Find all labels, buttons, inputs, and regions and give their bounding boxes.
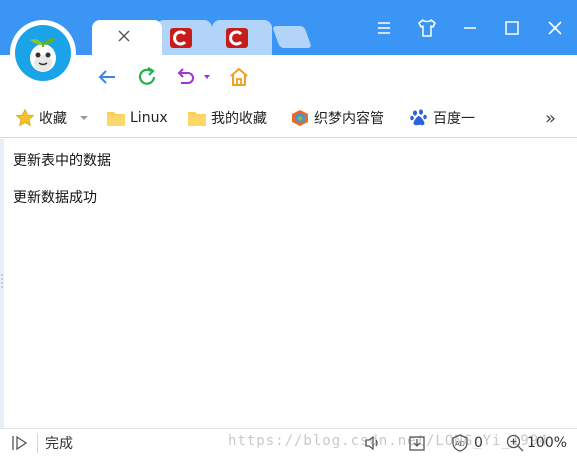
bookmark-dedecms[interactable]: 织梦内容管 [290, 107, 384, 129]
c-site-icon [170, 28, 192, 48]
divider [37, 433, 38, 453]
back-arrow-icon[interactable] [95, 65, 119, 89]
browser-mascot-icon [15, 25, 71, 81]
bookmarks-bar: 收藏 Linux 我的收藏 织梦内容管 百度一 » [0, 98, 577, 138]
bookmark-linux[interactable]: Linux [106, 107, 168, 129]
tab-2[interactable] [156, 20, 212, 55]
home-icon[interactable] [227, 65, 251, 89]
c-site-icon [226, 28, 248, 48]
favorites-menu[interactable]: 收藏 [15, 107, 93, 129]
maximize-icon[interactable] [500, 16, 524, 40]
dedecms-icon [292, 110, 308, 126]
ad-block-icon[interactable]: AD [450, 433, 470, 453]
title-bar [0, 0, 577, 55]
status-bar: 完成 https://blog.csdn.net/LONG_Yi_1994 AD… [0, 428, 577, 456]
bookmark-label: 百度一 [433, 111, 475, 127]
zoom-control[interactable]: 100% [505, 433, 567, 453]
bookmark-label: 织梦内容管 [314, 111, 384, 127]
sidebar-toggle-icon[interactable] [10, 433, 30, 453]
tab-active[interactable] [92, 20, 162, 55]
double-chevron-right-icon: » [545, 107, 557, 129]
bookmark-my-favorites[interactable]: 我的收藏 [187, 107, 267, 129]
content-line: 更新数据成功 [13, 190, 97, 206]
baidu-paw-icon [410, 109, 427, 126]
bookmark-label: 我的收藏 [211, 111, 267, 127]
bookmark-label: Linux [130, 110, 168, 126]
minimize-icon[interactable] [458, 16, 482, 40]
refresh-icon[interactable] [135, 65, 159, 89]
status-text: 完成 [45, 436, 73, 452]
zoom-level: 100% [527, 435, 568, 451]
ad-block-count: 0 [474, 435, 483, 451]
zoom-in-icon [506, 434, 524, 452]
browser-logo[interactable] [10, 20, 76, 86]
new-tab-button[interactable] [271, 26, 313, 48]
skin-icon[interactable] [415, 16, 439, 40]
navigation-bar [0, 55, 577, 98]
content-line: 更新表中的数据 [13, 153, 111, 169]
menu-icon[interactable] [372, 16, 396, 40]
folder-icon [188, 112, 206, 126]
sidebar-grip[interactable] [0, 271, 4, 293]
speaker-icon[interactable] [363, 433, 383, 453]
folder-icon [107, 112, 125, 126]
page-content: 更新表中的数据 更新数据成功 [0, 139, 577, 428]
favorites-label: 收藏 [39, 111, 67, 127]
close-icon[interactable] [117, 29, 131, 43]
svg-text:AD: AD [455, 441, 465, 448]
star-icon [15, 108, 35, 127]
chevron-down-icon [80, 116, 88, 120]
tab-3[interactable] [212, 20, 272, 55]
bookmarks-more-button[interactable]: » [545, 107, 556, 129]
watermark-text: https://blog.csdn.net/LONG_Yi_1994 [228, 433, 549, 449]
download-icon[interactable] [407, 433, 427, 453]
close-window-icon[interactable] [543, 16, 567, 40]
bookmark-baidu[interactable]: 百度一 [409, 107, 475, 129]
undo-close-tab-icon[interactable] [174, 65, 214, 89]
